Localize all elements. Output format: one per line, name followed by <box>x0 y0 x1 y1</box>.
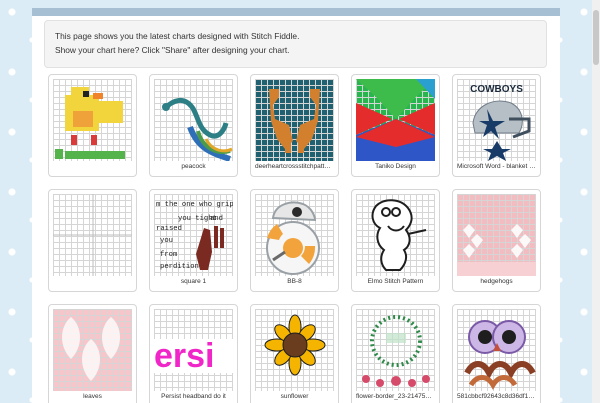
bb8-image <box>266 201 320 275</box>
chart-title[interactable] <box>53 277 132 287</box>
notice-line-1: This page shows you the latest charts de… <box>55 31 300 41</box>
persist-headband-image: ersi <box>154 337 233 375</box>
owl-image <box>464 320 536 390</box>
chart-card[interactable]: ersi Persist headband do it <box>149 304 238 403</box>
chart-thumbnail[interactable] <box>356 194 435 276</box>
chart-card[interactable]: flower-border_23-2147518207 <box>351 304 440 403</box>
chart-title[interactable]: BB-8 <box>255 277 334 287</box>
page-scrollbar[interactable] <box>592 0 600 403</box>
svg-text:m the one who grippe: m the one who grippe <box>156 201 233 209</box>
chart-thumbnail[interactable]: m the one who grippe you tight and raise… <box>154 194 233 276</box>
chart-card[interactable]: peacock <box>149 74 238 177</box>
chart-title[interactable]: square 1 <box>154 277 233 287</box>
chart-card[interactable]: 581cbbcf92643c8d36df183f... <box>452 304 541 403</box>
chart-thumbnail[interactable] <box>53 309 132 391</box>
flower-border-image <box>362 315 430 387</box>
chart-title[interactable]: Taniko Design <box>356 162 435 172</box>
chart-card[interactable]: Taniko Design <box>351 74 440 177</box>
chart-card[interactable]: leaves <box>48 304 137 403</box>
chart-thumbnail[interactable] <box>457 309 536 391</box>
chart-thumbnail[interactable] <box>356 309 435 391</box>
chart-thumbnail[interactable]: ersi <box>154 309 233 391</box>
chart-gallery: peacock deerheartcrossstitchpattern_ Tan… <box>48 74 548 403</box>
chart-card[interactable] <box>48 74 137 177</box>
peacock-image <box>162 98 233 161</box>
sunflower-image <box>264 314 326 376</box>
chart-card[interactable]: BB-8 <box>250 189 339 292</box>
chart-title[interactable]: deerheartcrossstitchpattern_ <box>255 162 334 172</box>
chart-card[interactable]: deerheartcrossstitchpattern_ <box>250 74 339 177</box>
svg-text:perdition.: perdition. <box>160 263 203 271</box>
chart-title[interactable]: 581cbbcf92643c8d36df183f... <box>457 392 536 402</box>
chart-thumbnail[interactable]: COWBOYS <box>457 79 536 161</box>
chart-title[interactable]: Elmo Stitch Pattern <box>356 277 435 287</box>
chart-title[interactable]: hedgehogs <box>457 277 536 287</box>
leaves-image <box>62 317 120 381</box>
chart-thumbnail[interactable] <box>356 79 435 161</box>
info-notice: This page shows you the latest charts de… <box>44 20 547 68</box>
svg-text:COWBOYS: COWBOYS <box>470 84 523 95</box>
notice-line-2: Show your chart here? Click "Share" afte… <box>55 45 290 55</box>
chart-title[interactable]: sunflower <box>255 392 334 402</box>
chart-thumbnail[interactable] <box>255 194 334 276</box>
deer-heart-image <box>269 89 320 153</box>
chart-card[interactable]: hedgehogs <box>452 189 541 292</box>
svg-text:from: from <box>160 251 177 259</box>
chart-card[interactable] <box>48 189 137 292</box>
chart-title[interactable] <box>53 162 132 172</box>
elmo-image <box>371 199 427 271</box>
taniko-design-image <box>356 79 435 161</box>
svg-text:and: and <box>210 215 223 223</box>
chart-title[interactable]: flower-border_23-2147518207 <box>356 392 435 402</box>
svg-text:ersi: ersi <box>154 337 215 375</box>
hedgehog-image <box>457 224 536 276</box>
chart-thumbnail[interactable] <box>255 309 334 391</box>
chart-title[interactable]: peacock <box>154 162 233 172</box>
chart-title[interactable]: Microsoft Word - blanket form <box>457 162 536 172</box>
chart-thumbnail[interactable] <box>457 194 536 276</box>
blank-grid-image <box>53 194 132 276</box>
content-panel: This page shows you the latest charts de… <box>32 8 560 403</box>
chart-title[interactable]: leaves <box>53 392 132 402</box>
scrollbar-thumb[interactable] <box>593 10 599 65</box>
handprint-text-image: m the one who grippe you tight and raise… <box>156 201 233 271</box>
chart-title[interactable]: Persist headband do it <box>154 392 233 402</box>
chart-thumbnail[interactable] <box>154 79 233 161</box>
cowboys-image: COWBOYS <box>470 84 531 161</box>
chart-card[interactable]: m the one who grippe you tight and raise… <box>149 189 238 292</box>
chart-card[interactable]: COWBOYS Microsoft Word - blanket form <box>452 74 541 177</box>
chart-thumbnail[interactable] <box>53 194 132 276</box>
top-band <box>32 8 560 16</box>
svg-text:raised: raised <box>156 225 182 233</box>
chart-thumbnail[interactable] <box>53 79 132 161</box>
chick-image <box>55 87 125 159</box>
chart-card[interactable]: Elmo Stitch Pattern <box>351 189 440 292</box>
svg-text:you: you <box>160 237 173 245</box>
chart-card[interactable]: sunflower <box>250 304 339 403</box>
chart-thumbnail[interactable] <box>255 79 334 161</box>
